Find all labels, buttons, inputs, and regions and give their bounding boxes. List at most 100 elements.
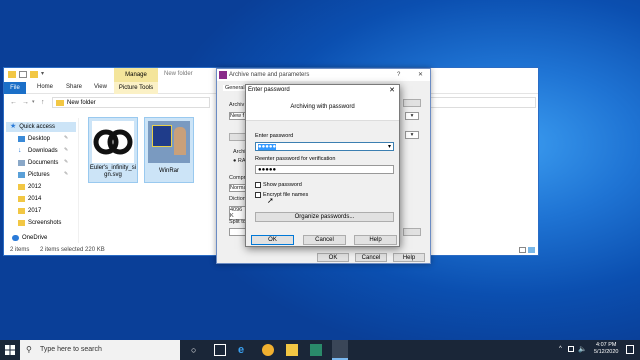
properties-icon[interactable]: [19, 71, 27, 78]
tab-view[interactable]: View: [94, 84, 107, 90]
ok-button[interactable]: OK: [251, 235, 294, 245]
file-name-line: gn.svg: [104, 172, 122, 178]
encrypt-file-names-checkbox[interactable]: Encrypt file names: [255, 192, 308, 198]
folder-icon: [18, 196, 25, 202]
tab-share[interactable]: Share: [66, 84, 82, 90]
help-button[interactable]: Help: [354, 235, 397, 245]
address-text: New folder: [67, 100, 96, 106]
organize-passwords-button[interactable]: Organize passwords...: [255, 212, 394, 222]
tab-picture-tools[interactable]: Picture Tools: [114, 82, 158, 94]
winrar-icon: [219, 71, 227, 79]
folder-icon: [18, 208, 25, 214]
chevron-down-icon[interactable]: ▾: [388, 143, 391, 151]
desktop-icon: [18, 136, 25, 142]
chevron-down-icon[interactable]: ▾: [32, 99, 35, 105]
nav-item-desktop[interactable]: Desktop: [18, 134, 50, 144]
new-folder-icon[interactable]: [30, 71, 38, 78]
taskbar: ⚲ Type here to search ○ e ^ 🔈 4:07 PM 5/…: [0, 340, 640, 360]
tab-general[interactable]: General: [223, 85, 247, 91]
checkbox-label: Show password: [263, 182, 302, 188]
close-icon[interactable]: ✕: [389, 85, 395, 96]
help-button[interactable]: Help: [393, 253, 425, 262]
clock[interactable]: 4:07 PM 5/12/2020: [594, 342, 618, 356]
nav-item-documents[interactable]: Documents: [18, 158, 58, 168]
network-icon[interactable]: [568, 346, 574, 352]
close-icon[interactable]: ✕: [418, 69, 423, 81]
winrar-logo-icon: [152, 125, 172, 147]
cortana-icon[interactable]: ○: [191, 344, 203, 356]
nav-item-downloads[interactable]: ↓ Downloads: [18, 146, 58, 156]
nav-item-onedrive[interactable]: OneDrive: [12, 233, 47, 243]
help-icon[interactable]: ?: [397, 69, 400, 81]
tiles-view-icon[interactable]: [528, 247, 535, 253]
password-value: ●●●●●: [258, 144, 277, 150]
show-password-checkbox[interactable]: Show password: [255, 182, 302, 188]
chevron-down-icon[interactable]: ▾: [405, 131, 419, 139]
search-icon: ⚲: [26, 345, 32, 354]
rar-format-radio[interactable]: ● RA: [233, 158, 246, 164]
folder-icon: [56, 100, 64, 106]
back-icon[interactable]: ←: [10, 99, 17, 106]
reenter-password-input[interactable]: ●●●●●: [255, 165, 394, 174]
up-icon[interactable]: ↑: [41, 99, 45, 106]
cancel-button[interactable]: Cancel: [303, 235, 346, 245]
item-count: 2 items: [10, 247, 30, 253]
clock-time: 4:07 PM: [595, 342, 617, 348]
cancel-button[interactable]: Cancel: [355, 253, 387, 262]
taskbar-search-box[interactable]: ⚲ Type here to search: [20, 340, 180, 360]
nav-item-2017[interactable]: 2017: [18, 206, 41, 216]
nav-label: Documents: [28, 160, 59, 166]
browse-right-button[interactable]: [403, 99, 421, 107]
volume-icon[interactable]: 🔈: [578, 345, 587, 353]
pin-icon[interactable]: ✎: [64, 147, 68, 153]
file-item-euler-svg[interactable]: Euler's_infinity_si gn.svg: [88, 117, 138, 183]
nav-item-quick-access[interactable]: ★ Quick access: [10, 122, 55, 132]
pin-icon[interactable]: ✎: [64, 135, 68, 141]
file-explorer-icon[interactable]: [286, 344, 298, 356]
password-value: ●●●●●: [258, 167, 277, 173]
folder-icon: [8, 71, 16, 78]
nav-label: Quick access: [19, 124, 55, 130]
nav-item-screenshots[interactable]: Screenshots: [18, 218, 61, 228]
cloud-icon: [12, 235, 19, 241]
winrar-taskbar-icon[interactable]: [332, 340, 348, 360]
search-input[interactable]: [424, 97, 536, 108]
documents-icon: [18, 160, 25, 166]
ok-button[interactable]: OK: [317, 253, 349, 262]
pictures-icon: [18, 172, 25, 178]
checkbox-box[interactable]: [255, 192, 261, 198]
camtasia-icon[interactable]: [310, 344, 322, 356]
selection-info: 2 items selected 220 KB: [40, 247, 105, 253]
task-view-icon[interactable]: [214, 344, 226, 356]
file-item-winrar[interactable]: WinRar: [144, 117, 194, 183]
windows-start-icon[interactable]: [4, 344, 16, 356]
checkbox-box[interactable]: [255, 182, 261, 188]
reenter-password-label: Reenter password for verification: [255, 156, 336, 162]
manage-tab[interactable]: Manage: [114, 68, 158, 82]
search-placeholder: Type here to search: [40, 346, 102, 353]
file-thumbnail: [148, 121, 190, 163]
details-view-icon[interactable]: [519, 247, 526, 253]
chevron-down-icon[interactable]: ▾: [41, 71, 49, 78]
enter-password-input[interactable]: ●●●●● ▾: [255, 142, 394, 151]
nav-item-pictures[interactable]: Pictures: [18, 170, 50, 180]
edge-icon[interactable]: e: [238, 344, 250, 356]
pin-icon[interactable]: ✎: [64, 159, 68, 165]
tab-file[interactable]: File: [4, 82, 26, 94]
chrome-icon[interactable]: [262, 344, 274, 356]
tab-home[interactable]: Home: [37, 84, 53, 90]
forward-icon[interactable]: →: [22, 99, 29, 106]
star-icon: ★: [10, 123, 17, 130]
nav-label: 2014: [28, 196, 42, 202]
set-password-button[interactable]: [403, 228, 421, 236]
chevron-down-icon[interactable]: ▾: [405, 112, 419, 120]
notification-icon[interactable]: [626, 345, 634, 354]
nav-label: OneDrive: [22, 235, 48, 241]
file-name: WinRar: [158, 168, 179, 174]
nav-item-2014[interactable]: 2014: [18, 194, 41, 204]
chevron-up-icon[interactable]: ^: [559, 346, 562, 352]
address-input[interactable]: New folder: [52, 97, 210, 108]
nav-item-2012[interactable]: 2012: [18, 182, 41, 192]
pin-icon[interactable]: ✎: [64, 171, 68, 177]
file-thumbnail: [92, 121, 134, 163]
